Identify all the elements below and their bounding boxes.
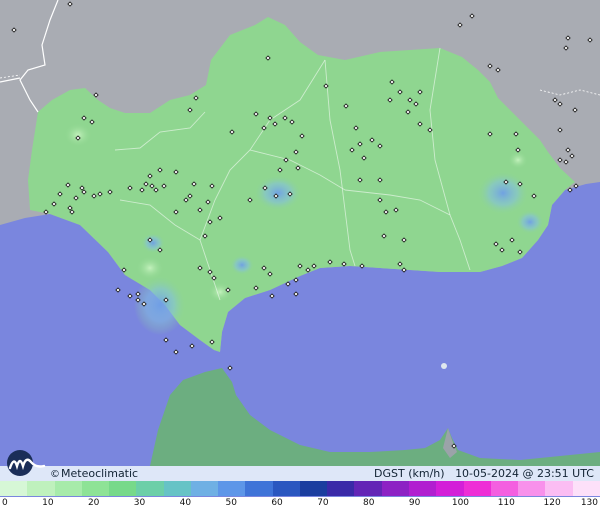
scale-swatch [354, 481, 382, 496]
scale-label: 40 [179, 498, 192, 508]
scale-swatch [299, 481, 328, 496]
wind-patch [516, 210, 544, 234]
scale-swatch [81, 481, 110, 496]
scale-swatch [163, 481, 191, 496]
scale-label: 50 [225, 498, 237, 508]
scale-swatch [0, 481, 28, 496]
scale-swatch [190, 481, 219, 496]
wind-gust-map [0, 0, 600, 517]
variable-label: DGST (km/h) [374, 467, 445, 480]
copyright-symbol: © [50, 469, 60, 480]
scale-label: 120 [543, 498, 561, 508]
scale-swatch [381, 481, 409, 496]
wind-patch [477, 171, 529, 215]
wind-patch [508, 151, 528, 169]
scale-swatch [463, 481, 491, 496]
wind-patch [230, 255, 254, 275]
scale-swatch [572, 481, 600, 496]
scale-swatch [436, 481, 464, 496]
scale-label: 20 [87, 498, 100, 508]
scale-swatch [518, 481, 546, 496]
scale-swatch [27, 481, 55, 496]
scale-label: 100 [451, 498, 470, 508]
map-info: DGST (km/h) 10-05-2024 @ 23:51 UTC [374, 467, 594, 480]
scale-label: 80 [363, 498, 375, 508]
wind-patch [254, 175, 302, 211]
meteoclimatic-logo-icon [7, 450, 46, 476]
scale-swatch [272, 481, 300, 496]
scale-swatch [245, 481, 273, 496]
timestamp-label: 10-05-2024 @ 23:51 UTC [455, 467, 594, 480]
wind-patch [64, 123, 92, 147]
wind-scale-bar [0, 481, 600, 496]
scale-label: 90 [408, 498, 421, 508]
scale-swatch [490, 481, 519, 496]
wind-scale-labels: 0 10 20 30 40 50 60 70 80 90 100 110 120 130 [0, 497, 600, 517]
scale-swatch [136, 481, 164, 496]
scale-swatch [545, 481, 573, 496]
scale-label: 60 [271, 498, 283, 508]
scale-swatch [218, 481, 246, 496]
scale-label: 70 [317, 498, 329, 508]
credit-label: Meteoclimatic [61, 467, 139, 480]
scale-label: 30 [133, 498, 146, 508]
scale-swatch [327, 481, 355, 496]
wind-patch [134, 275, 186, 335]
scale-label: 0 [2, 498, 8, 508]
credit-text: ©Meteoclimatic [50, 467, 138, 480]
scale-swatch [109, 481, 137, 496]
alboran-island [441, 363, 447, 369]
scale-label: 110 [497, 498, 515, 508]
scale-label: 10 [42, 498, 54, 508]
wind-patch [136, 256, 164, 280]
scale-swatch [408, 481, 437, 496]
scale-label: 130 [580, 498, 598, 508]
scale-swatch [54, 481, 82, 496]
